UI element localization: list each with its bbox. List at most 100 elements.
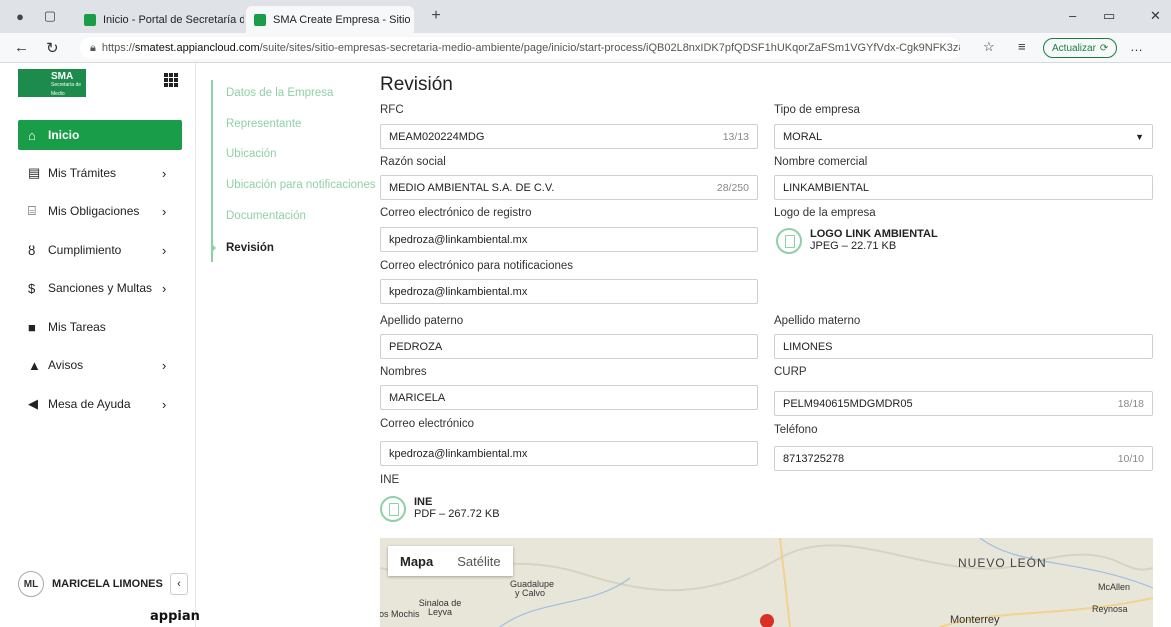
more-icon[interactable]: … [1130, 39, 1143, 54]
browser-tab-strip: ● ▢ Inicio - Portal de Secretaría de Me … [0, 0, 1171, 33]
telefono-label: Teléfono [774, 424, 818, 436]
map-label: McAllen [1098, 582, 1131, 592]
briefcase-icon: ■ [28, 319, 36, 335]
map-tab-mapa[interactable]: Mapa [388, 546, 445, 576]
chevron-right-icon: › [162, 396, 167, 412]
sma-logo: SMA Secretaría de Medio Ambiente [18, 69, 86, 106]
nombres-field[interactable]: MARICELA [380, 385, 758, 410]
sidebar-item-sanciones[interactable]: $ Sanciones y Multas › [18, 273, 182, 303]
new-tab-icon[interactable]: + [428, 7, 444, 24]
favicon-icon [254, 13, 266, 26]
char-counter: 28/250 [716, 181, 749, 194]
current-step-marker [211, 243, 216, 253]
logo-file[interactable]: LOGO LINK AMBIENTAL JPEG – 22.71 KB [776, 228, 938, 254]
telefono-field[interactable]: 8713725278 10/10 [774, 446, 1153, 471]
razon-social-field[interactable]: MEDIO AMBIENTAL S.A. DE C.V. 28/250 [380, 175, 758, 200]
file-icon [776, 228, 802, 254]
char-counter: 18/18 [1117, 397, 1144, 410]
logo-empresa-label: Logo de la empresa [774, 207, 876, 219]
sidebar-item-cumplimiento[interactable]: ȣ Cumplimiento › [18, 235, 182, 265]
ine-label: INE [380, 474, 400, 486]
sidebar: SMA Secretaría de Medio Ambiente ⌂ Inicio… [0, 63, 200, 627]
institution-icon: ⌸ [28, 203, 36, 218]
sidebar-item-avisos[interactable]: ▲ Avisos › [18, 350, 182, 380]
ine-file[interactable]: INE PDF – 267.72 KB [380, 496, 500, 522]
profile-icon[interactable]: ● [12, 8, 28, 24]
correo-notificaciones-label: Correo electrónico para notificaciones [380, 260, 574, 272]
tipo-empresa-label: Tipo de empresa [774, 104, 860, 116]
correo-notificaciones-field[interactable]: kpedroza@linkambiental.mx [380, 279, 758, 304]
reload-icon[interactable]: ↻ [46, 39, 59, 57]
curp-field[interactable]: PELM940615MDGMDR05 18/18 [774, 391, 1153, 416]
map-label: Los Mochis [380, 609, 420, 619]
collections-icon[interactable]: ≡ [1018, 39, 1026, 54]
map-label: Sinaloa de Leyva [418, 598, 462, 617]
minimize-icon[interactable]: – [1069, 8, 1076, 23]
page-title: Revisión [380, 74, 453, 95]
back-icon[interactable]: ← [14, 39, 29, 56]
restore-icon[interactable]: ▭ [1103, 8, 1115, 24]
home-icon: ⌂ [28, 127, 36, 143]
apellido-paterno-field[interactable]: PEDROZA [380, 334, 758, 359]
chevron-right-icon: › [162, 165, 167, 181]
rfc-field[interactable]: MEAM020224MDG 13/13 [380, 124, 758, 149]
step-ubicacion-notificaciones[interactable]: Ubicación para notificaciones [226, 179, 376, 191]
nombre-comercial-field[interactable]: LINKAMBIENTAL [774, 175, 1153, 200]
browser-tab-active[interactable]: SMA Create Empresa - Sitio para ✕ [246, 6, 414, 33]
steps-list: Datos de la Empresa Representante Ubicac… [211, 80, 381, 270]
lock-icon: 🔒︎ [90, 41, 96, 54]
tipo-empresa-select[interactable]: MORAL ▼ [774, 124, 1153, 149]
nombre-comercial-label: Nombre comercial [774, 156, 868, 168]
user-name: MARICELA LIMONES [52, 578, 163, 590]
map-label: NUEVO LEÓN [958, 556, 1047, 570]
char-counter: 10/10 [1117, 452, 1144, 465]
apellido-materno-label: Apellido materno [774, 315, 861, 327]
step-representante[interactable]: Representante [226, 118, 301, 130]
apellido-materno-field[interactable]: LIMONES [774, 334, 1153, 359]
map-label: Guadalupe y Calvo [510, 579, 555, 598]
avatar: ML [18, 571, 44, 597]
sidebar-item-inicio[interactable]: ⌂ Inicio [18, 120, 182, 150]
nombres-label: Nombres [380, 366, 427, 378]
correo-field[interactable]: kpedroza@linkambiental.mx [380, 441, 758, 466]
sidebar-item-mis-tramites[interactable]: ▤ Mis Trámites › [18, 158, 182, 188]
razon-social-label: Razón social [380, 156, 446, 168]
location-map[interactable]: Mapa Satélite Guadalupe y Calvo Sinaloa … [380, 538, 1153, 627]
correo-registro-label: Correo electrónico de registro [380, 207, 532, 219]
step-ubicacion[interactable]: Ubicación [226, 148, 277, 160]
user-profile[interactable]: ML MARICELA LIMONES [18, 571, 163, 597]
rfc-label: RFC [380, 104, 404, 116]
favorites-icon[interactable]: ☆ [983, 39, 995, 55]
update-icon: ⟳ [1099, 42, 1109, 54]
file-icon [380, 496, 406, 522]
address-bar-area: ← ↻ 🔒︎ https://smatest.appiancloud.com/s… [0, 33, 1171, 63]
favicon-icon [84, 13, 96, 26]
location-pin-icon[interactable] [760, 614, 774, 627]
appian-logo: appian [150, 609, 200, 624]
close-window-icon[interactable]: ✕ [1150, 8, 1161, 24]
curp-label: CURP [774, 366, 807, 378]
map-label: Reynosa [1092, 604, 1128, 614]
step-revision[interactable]: Revisión [226, 242, 274, 254]
url-field[interactable]: 🔒︎ https://smatest.appiancloud.com/suite… [80, 37, 960, 59]
dropdown-caret-icon: ▼ [1135, 131, 1144, 142]
chevron-right-icon: › [162, 357, 167, 373]
money-icon: $ [28, 280, 36, 296]
sidebar-item-mis-obligaciones[interactable]: ⌸ Mis Obligaciones › [18, 196, 182, 226]
apellido-paterno-label: Apellido paterno [380, 315, 464, 327]
map-type-toggle: Mapa Satélite [388, 546, 513, 576]
sidebar-item-mis-tareas[interactable]: ■ Mis Tareas [18, 312, 182, 342]
chevron-right-icon: › [162, 280, 167, 296]
map-tab-satelite[interactable]: Satélite [445, 546, 512, 576]
update-button[interactable]: Actualizar ⟳ [1043, 38, 1118, 58]
collapse-sidebar-button[interactable]: ‹ [170, 573, 188, 595]
correo-registro-field[interactable]: kpedroza@linkambiental.mx [380, 227, 758, 252]
browser-tab[interactable]: Inicio - Portal de Secretaría de Me ✕ [76, 6, 244, 33]
chevron-right-icon: › [162, 242, 167, 258]
apps-grid-icon[interactable] [164, 73, 178, 87]
step-datos-empresa[interactable]: Datos de la Empresa [226, 87, 333, 99]
sidebar-item-mesa-de-ayuda[interactable]: ◀ Mesa de Ayuda › [18, 389, 182, 419]
tab-actions-icon[interactable]: ▢ [42, 8, 58, 24]
step-documentacion[interactable]: Documentación [226, 210, 306, 222]
map-label: Monterrey [950, 614, 1000, 626]
